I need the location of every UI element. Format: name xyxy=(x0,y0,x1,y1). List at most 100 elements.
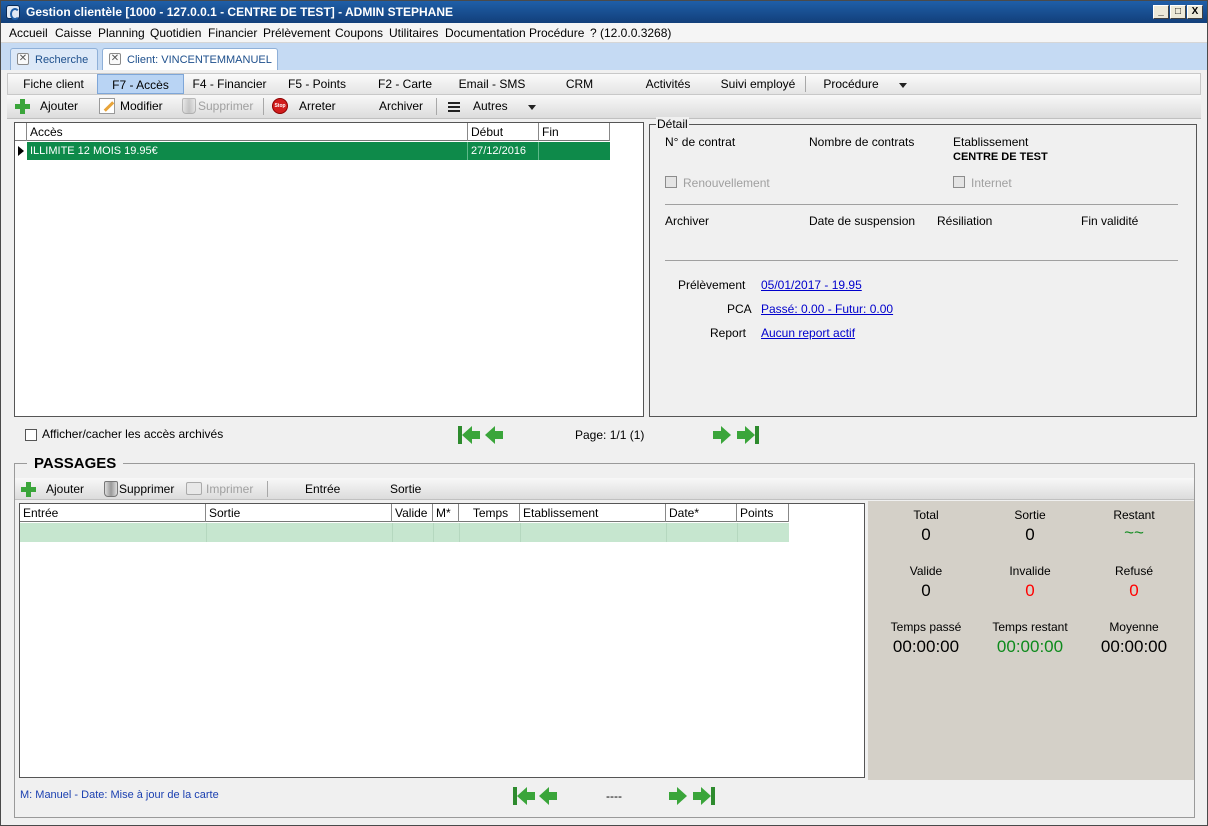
column-header-temps[interactable]: Temps xyxy=(459,504,520,522)
passages-toolbar: Ajouter Supprimer Imprimer Entrée Sortie xyxy=(15,478,1194,500)
delete-button[interactable]: Supprimer xyxy=(198,99,253,113)
column-header-valide[interactable]: Valide xyxy=(392,504,433,522)
menu-prelevement[interactable]: Prélèvement xyxy=(263,26,330,40)
show-archived-checkbox[interactable] xyxy=(25,429,37,441)
column-header-points[interactable]: Points xyxy=(737,504,789,522)
plus-icon[interactable] xyxy=(14,98,30,114)
close-button[interactable]: X xyxy=(1187,5,1203,19)
menu-accueil[interactable]: Accueil xyxy=(9,26,48,40)
column-header-date[interactable]: Date* xyxy=(666,504,737,522)
show-archived-label[interactable]: Afficher/cacher les accès archivés xyxy=(42,427,223,441)
valid-value: 0 xyxy=(921,581,931,600)
add-button[interactable]: Ajouter xyxy=(40,99,78,113)
menu-utilitaires[interactable]: Utilitaires xyxy=(389,26,438,40)
tab-points[interactable]: F5 - Points xyxy=(278,74,356,94)
establishment-value: CENTRE DE TEST xyxy=(953,151,1048,163)
column-header-etablissement[interactable]: Etablissement xyxy=(520,504,666,522)
plus-icon[interactable] xyxy=(20,481,36,497)
tab-label: Recherche xyxy=(35,54,89,66)
close-tab-icon[interactable]: ✕ xyxy=(109,53,121,65)
client-nav-tabs: Fiche client F7 - Accès F4 - Financier F… xyxy=(7,73,1201,95)
last-page-icon[interactable] xyxy=(737,426,759,444)
tab-procedure[interactable]: Procédure xyxy=(816,74,886,94)
tab-client[interactable]: ✕ Client: VINCENTEMMANUEL xyxy=(102,48,278,70)
separator xyxy=(805,76,806,92)
passage-exit-button[interactable]: Sortie xyxy=(390,482,421,496)
passage-print-button[interactable]: Imprimer xyxy=(206,482,253,496)
internet-label: Internet xyxy=(971,176,1012,190)
cell-debut: 27/12/2016 xyxy=(468,142,539,160)
menu-planning[interactable]: Planning xyxy=(98,26,145,40)
pencil-icon[interactable] xyxy=(99,98,115,114)
menu-caisse[interactable]: Caisse xyxy=(55,26,92,40)
title-bar[interactable]: Gestion clientèle [1000 - 127.0.0.1 - CE… xyxy=(1,1,1207,23)
debit-link[interactable]: 05/01/2017 - 19.95 xyxy=(761,278,862,292)
renewal-checkbox[interactable] xyxy=(665,176,677,188)
passage-add-button[interactable]: Ajouter xyxy=(46,482,84,496)
first-page-icon[interactable] xyxy=(458,426,480,444)
passages-grid-header: Entrée Sortie Valide M* Temps Etablissem… xyxy=(20,504,789,522)
minimize-button[interactable]: _ xyxy=(1153,5,1169,19)
last-page-icon[interactable] xyxy=(693,787,715,805)
stop-icon[interactable]: Stop xyxy=(272,98,288,114)
prev-page-icon[interactable] xyxy=(539,787,557,805)
report-link[interactable]: Aucun report actif xyxy=(761,326,855,340)
access-grid[interactable]: Accès Début Fin ILLIMITE 12 MOIS 19.95€ … xyxy=(14,122,644,417)
menu-coupons[interactable]: Coupons xyxy=(335,26,383,40)
close-tab-icon[interactable]: ✕ xyxy=(17,53,29,65)
tab-fiche-client[interactable]: Fiche client xyxy=(12,74,95,94)
menu-financier[interactable]: Financier xyxy=(208,26,257,40)
column-header-sortie[interactable]: Sortie xyxy=(206,504,392,522)
refused-value: 0 xyxy=(1129,581,1139,600)
menu-quotidien[interactable]: Quotidien xyxy=(150,26,201,40)
chevron-down-icon[interactable] xyxy=(528,105,536,110)
tab-financier[interactable]: F4 - Financier xyxy=(186,74,273,94)
internet-checkbox[interactable] xyxy=(953,176,965,188)
separator xyxy=(267,481,268,497)
tab-acces[interactable]: F7 - Accès xyxy=(97,74,184,94)
time-spent-label: Temps passé xyxy=(890,620,962,634)
column-header-debut[interactable]: Début xyxy=(468,123,539,141)
tab-crm[interactable]: CRM xyxy=(548,74,611,94)
archive-button[interactable]: Archiver xyxy=(379,99,423,113)
maximize-button[interactable]: □ xyxy=(1170,5,1186,19)
menu-icon[interactable] xyxy=(448,102,460,112)
table-row[interactable]: ILLIMITE 12 MOIS 19.95€ 27/12/2016 xyxy=(27,142,610,160)
tab-email-sms[interactable]: Email - SMS xyxy=(452,74,532,94)
tab-carte[interactable]: F2 - Carte xyxy=(370,74,440,94)
tab-recherche[interactable]: ✕ Recherche xyxy=(10,48,98,70)
report-label: Report xyxy=(710,326,747,340)
passage-delete-button[interactable]: Supprimer xyxy=(119,482,174,496)
edit-button[interactable]: Modifier xyxy=(120,99,163,113)
stop-button[interactable]: Arreter xyxy=(299,99,336,113)
column-header-entree[interactable]: Entrée xyxy=(20,504,206,522)
app-icon xyxy=(6,5,20,20)
trash-icon[interactable] xyxy=(104,481,118,497)
column-header-fin[interactable]: Fin xyxy=(539,123,610,141)
passage-entry-button[interactable]: Entrée xyxy=(305,482,340,496)
passages-page-indicator: ---- xyxy=(606,789,622,803)
suspension-date-label: Date de suspension xyxy=(809,214,916,228)
pca-link[interactable]: Passé: 0.00 - Futur: 0.00 xyxy=(761,302,893,316)
column-header-acces[interactable]: Accès xyxy=(27,123,468,141)
first-page-icon[interactable] xyxy=(513,787,535,805)
tab-activites[interactable]: Activités xyxy=(632,74,704,94)
prev-page-icon[interactable] xyxy=(485,426,503,444)
new-row[interactable] xyxy=(20,523,789,542)
menu-help[interactable]: ? (12.0.0.3268) xyxy=(590,26,671,40)
cell-fin xyxy=(539,142,610,160)
menu-procedure[interactable]: Procédure xyxy=(529,26,584,40)
other-button[interactable]: Autres xyxy=(473,99,508,113)
time-left-value: 00:00:00 xyxy=(996,637,1064,656)
time-left-label: Temps restant xyxy=(992,620,1068,634)
end-validity-label: Fin validité xyxy=(1081,214,1139,228)
next-page-icon[interactable] xyxy=(669,787,687,805)
column-header-manuel[interactable]: M* xyxy=(433,504,459,522)
termination-label: Résiliation xyxy=(937,214,993,228)
menu-documentation[interactable]: Documentation xyxy=(445,26,526,40)
passages-grid[interactable]: Entrée Sortie Valide M* Temps Etablissem… xyxy=(19,503,865,778)
chevron-down-icon[interactable] xyxy=(899,83,907,88)
next-page-icon[interactable] xyxy=(713,426,731,444)
tab-suivi-employe[interactable]: Suivi employé xyxy=(713,74,803,94)
trash-icon xyxy=(182,98,196,114)
